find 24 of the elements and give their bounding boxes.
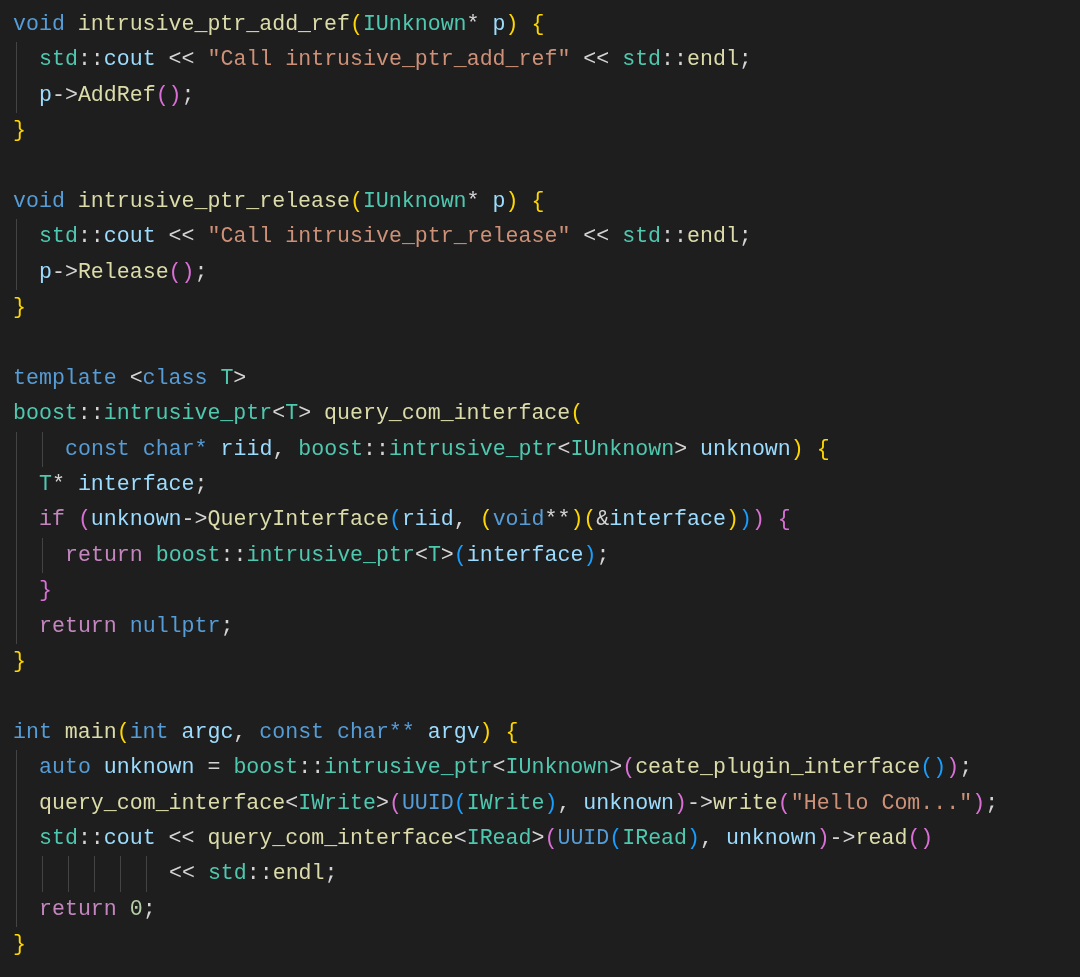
code-line: boost::intrusive_ptr<T> query_com_interface( bbox=[13, 400, 584, 428]
code-line: } bbox=[13, 931, 26, 959]
code-line: query_com_interface<IWrite>(UUID(IWrite), unknown)->write("Hello Com..."); bbox=[39, 789, 999, 817]
code-line: return 0; bbox=[39, 895, 156, 923]
code-line: T* interface; bbox=[39, 471, 208, 499]
code-line: return nullptr; bbox=[39, 612, 234, 640]
code-line: } bbox=[39, 577, 52, 605]
code-line: template <class T> bbox=[13, 364, 247, 392]
code-line: void intrusive_ptr_release(IUnknown* p) { bbox=[13, 187, 545, 215]
code-line: void intrusive_ptr_add_ref(IUnknown* p) { bbox=[13, 11, 545, 38]
code-line: auto unknown = boost::intrusive_ptr<IUnknown>(ceate_plugin_interface()); bbox=[39, 754, 973, 782]
code-line: return boost::intrusive_ptr<T>(interface); bbox=[65, 541, 610, 569]
code-line: p->AddRef(); bbox=[39, 81, 195, 109]
code-line: } bbox=[13, 117, 26, 145]
code-line: p->Release(); bbox=[39, 258, 208, 286]
code-line: std::cout << query_com_interface<IRead>(UUID(IRead), unknown)->read() bbox=[39, 825, 934, 852]
code-line: std::cout << "Call intrusive_ptr_release" << std::endl; bbox=[39, 223, 752, 251]
code-line: } bbox=[13, 294, 26, 322]
code-line: } bbox=[13, 648, 26, 676]
code-line: const char* riid, boost::intrusive_ptr<IUnknown> unknown) { bbox=[65, 435, 830, 463]
code-line: << std::endl; bbox=[169, 860, 338, 888]
code-line: if (unknown->QueryInterface(riid, (void**)(&interface))) { bbox=[39, 506, 791, 534]
code-line: int main(int argc, const char** argv) { bbox=[13, 718, 519, 746]
code-line: std::cout << "Call intrusive_ptr_add_ref" << std::endl; bbox=[39, 46, 752, 74]
